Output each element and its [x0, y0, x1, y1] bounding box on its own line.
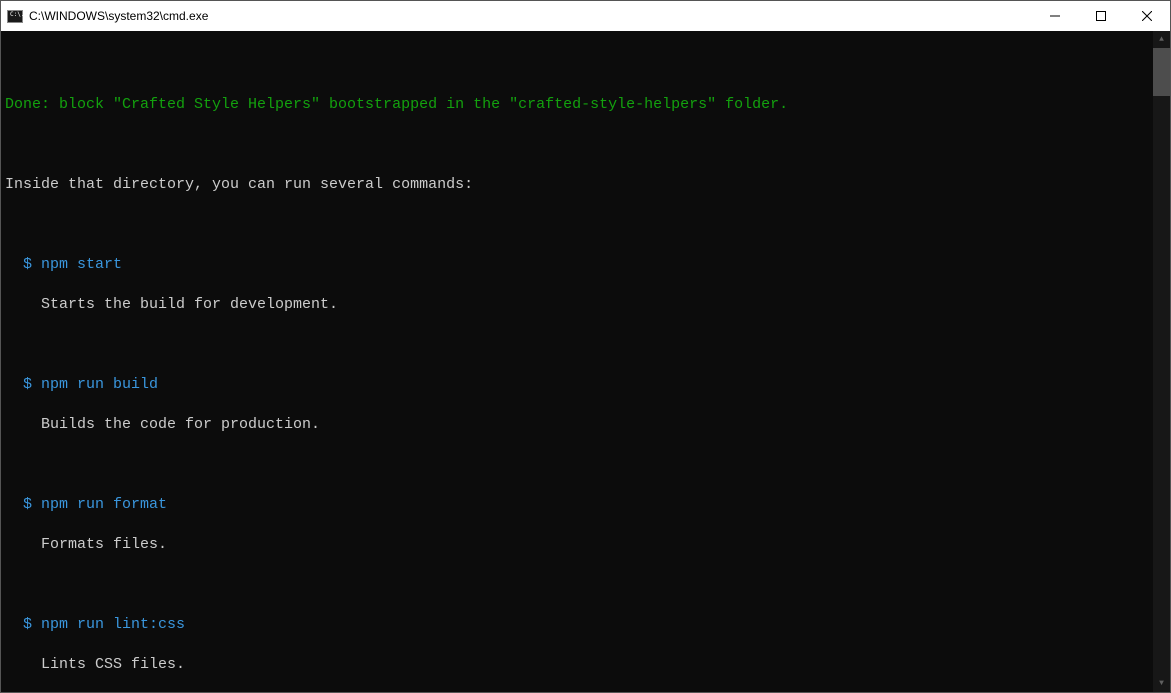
titlebar-left: C:\. C:\WINDOWS\system32\cmd.exe — [7, 9, 208, 23]
minimize-button[interactable] — [1032, 1, 1078, 31]
scroll-up-arrow-icon[interactable]: ▲ — [1153, 31, 1170, 48]
cmd-icon: C:\. — [7, 10, 23, 23]
done-line: Done: block "Crafted Style Helpers" boot… — [5, 95, 1164, 115]
window-title: C:\WINDOWS\system32\cmd.exe — [29, 9, 208, 23]
cmd-line: $ npm run format — [5, 495, 1164, 515]
maximize-button[interactable] — [1078, 1, 1124, 31]
cmd-desc: Builds the code for production. — [5, 415, 1164, 435]
cmd-line: $ npm run build — [5, 375, 1164, 395]
scroll-down-arrow-icon[interactable]: ▼ — [1153, 675, 1170, 692]
inside-line: Inside that directory, you can run sever… — [5, 175, 1164, 195]
terminal-area: Done: block "Crafted Style Helpers" boot… — [1, 31, 1170, 692]
titlebar: C:\. C:\WINDOWS\system32\cmd.exe — [1, 1, 1170, 31]
window-controls — [1032, 1, 1170, 31]
scrollbar-thumb[interactable] — [1153, 48, 1170, 96]
cmd-desc: Formats files. — [5, 535, 1164, 555]
terminal-output[interactable]: Done: block "Crafted Style Helpers" boot… — [1, 31, 1170, 692]
cmd-desc: Starts the build for development. — [5, 295, 1164, 315]
cmd-line: $ npm start — [5, 255, 1164, 275]
scrollbar-track[interactable] — [1153, 48, 1170, 675]
cmd-desc: Lints CSS files. — [5, 655, 1164, 675]
cmd-line: $ npm run lint:css — [5, 615, 1164, 635]
close-button[interactable] — [1124, 1, 1170, 31]
vertical-scrollbar[interactable]: ▲ ▼ — [1153, 31, 1170, 692]
